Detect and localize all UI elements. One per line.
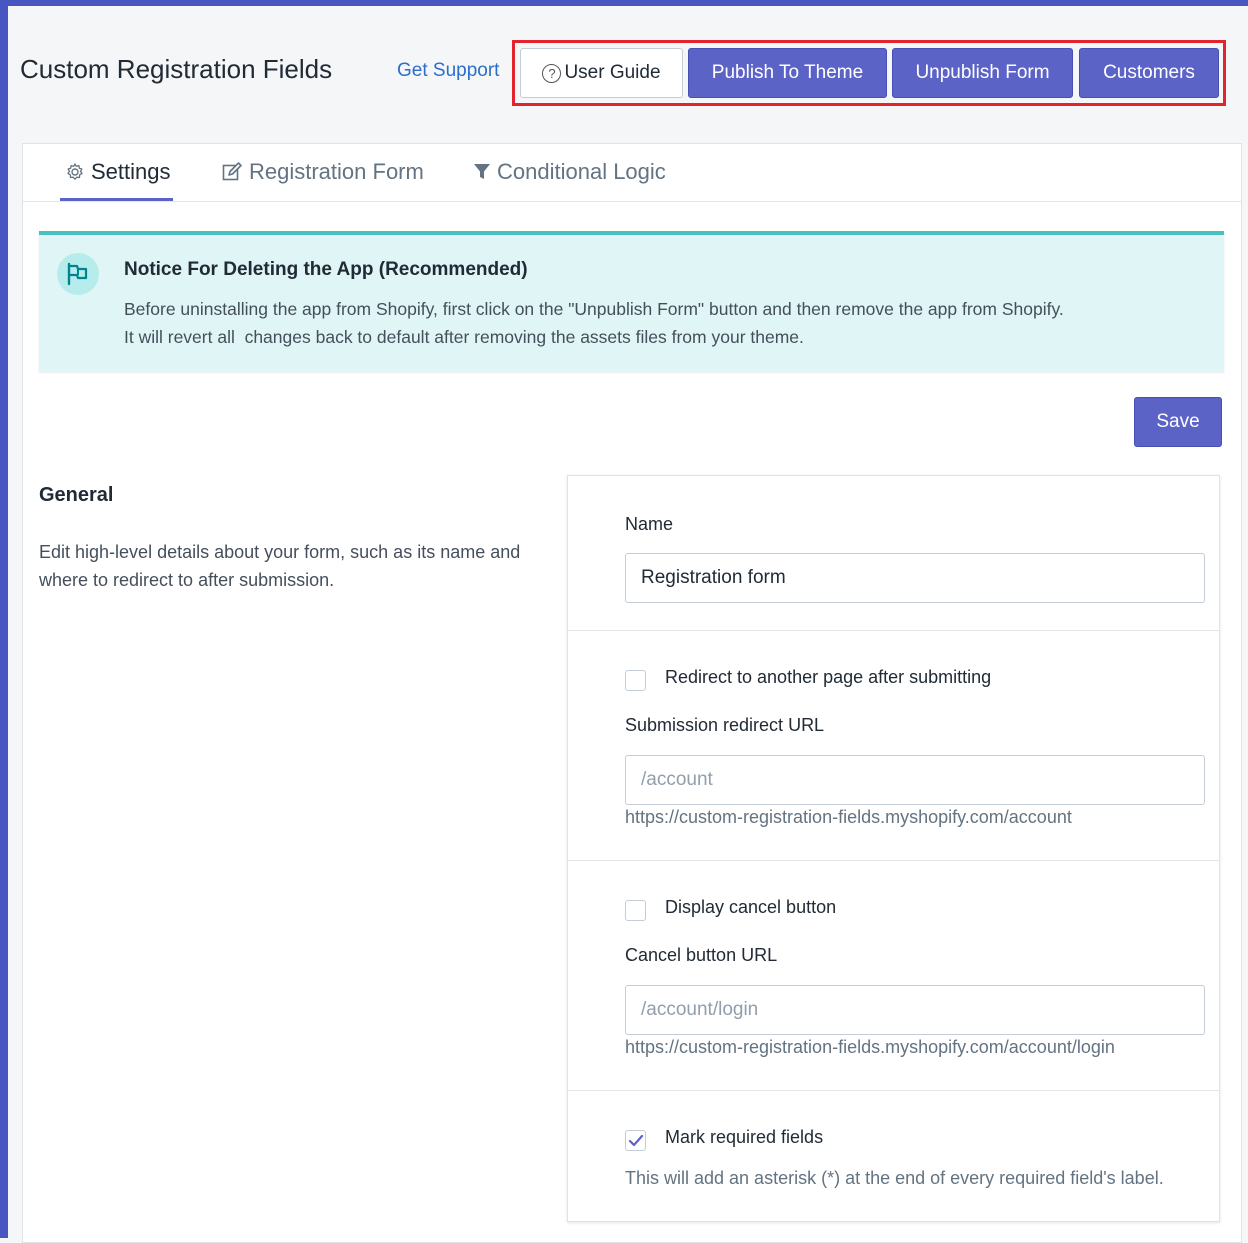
tab-settings-label: Settings (91, 159, 171, 184)
required-fields-section: Mark required fields This will add an as… (568, 1091, 1219, 1221)
redirect-url-help: https://custom-registration-fields.mysho… (625, 807, 1072, 827)
tab-conditional-logic-label: Conditional Logic (497, 159, 666, 184)
active-tab-indicator (60, 198, 173, 201)
tab-bar: Settings Registration Form Conditional L… (23, 144, 1241, 202)
delete-app-notice: Notice For Deleting the App (Recommended… (39, 231, 1224, 372)
cancel-url-help: https://custom-registration-fields.mysho… (625, 1037, 1115, 1057)
question-icon: ? (542, 63, 562, 83)
tab-conditional-logic[interactable]: Conditional Logic (473, 159, 666, 185)
app-title: Custom Registration Fields (20, 54, 333, 84)
filter-icon (474, 164, 490, 179)
main-card: Settings Registration Form Conditional L… (22, 143, 1242, 1243)
mark-required-label: Mark required fields (665, 1127, 824, 1147)
user-guide-label: User Guide (564, 62, 661, 83)
window-left-border (0, 0, 8, 1238)
save-button[interactable]: Save (1134, 397, 1222, 447)
notice-line-2: It will revert all changes back to defau… (124, 327, 804, 347)
notice-body: Before uninstalling the app from Shopify… (124, 295, 1214, 351)
tab-registration-form-label: Registration Form (249, 159, 424, 184)
flag-icon (57, 253, 99, 295)
gear-icon (67, 163, 83, 180)
checkmark-icon (628, 1134, 643, 1146)
cancel-url-label: Cancel button URL (625, 945, 778, 965)
redirect-checkbox[interactable] (625, 670, 646, 691)
redirect-checkbox-label: Redirect to another page after submittin… (665, 667, 992, 687)
name-section: Name (568, 476, 1219, 631)
redirect-section: Redirect to another page after submittin… (568, 631, 1219, 861)
unpublish-form-button[interactable]: Unpublish Form (892, 48, 1073, 98)
general-section-description: Edit high-level details about your form,… (39, 542, 521, 590)
cancel-button-checkbox[interactable] (625, 900, 646, 921)
redirect-url-input[interactable] (625, 755, 1205, 805)
notice-title: Notice For Deleting the App (Recommended… (124, 259, 528, 280)
general-section-title: General (39, 484, 114, 506)
notice-line-1: Before uninstalling the app from Shopify… (124, 299, 1064, 319)
cancel-url-input[interactable] (625, 985, 1205, 1035)
page-header: Custom Registration Fields Get Support ?… (8, 6, 1248, 136)
mark-required-help: This will add an asterisk (*) at the end… (625, 1168, 1164, 1188)
name-input[interactable] (625, 553, 1205, 603)
tab-registration-form[interactable]: Registration Form (221, 159, 424, 185)
general-settings-panel: Name Redirect to another page after subm… (567, 475, 1220, 1222)
customers-button[interactable]: Customers (1079, 48, 1219, 98)
mark-required-checkbox[interactable] (625, 1130, 646, 1151)
redirect-url-label: Submission redirect URL (625, 715, 825, 735)
get-support-link[interactable]: Get Support (397, 60, 499, 82)
edit-icon (222, 162, 242, 181)
cancel-checkbox-label: Display cancel button (665, 897, 837, 917)
cancel-section: Display cancel button Cancel button URL … (568, 861, 1219, 1091)
tab-settings[interactable]: Settings (65, 159, 171, 185)
name-label: Name (625, 514, 674, 534)
user-guide-button[interactable]: ? User Guide (520, 48, 683, 98)
publish-to-theme-button[interactable]: Publish To Theme (688, 48, 887, 98)
